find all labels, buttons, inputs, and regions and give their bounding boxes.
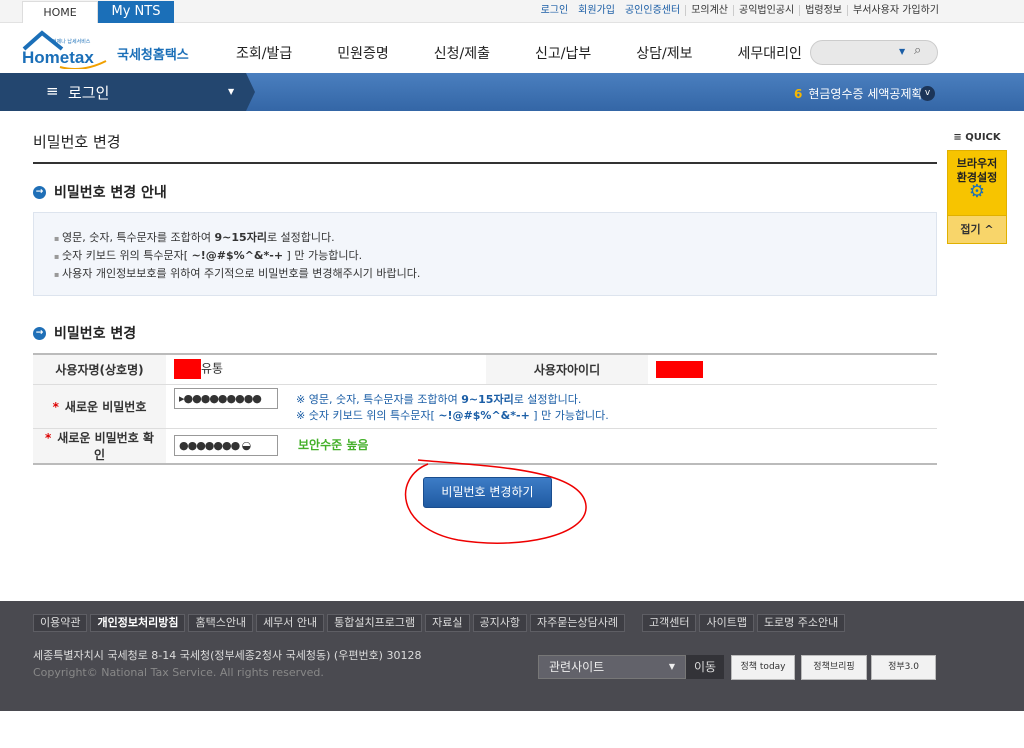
tab-home[interactable]: HOME: [22, 1, 98, 23]
signup-link[interactable]: 회원가입: [573, 5, 620, 16]
svg-text:Hometax: Hometax: [22, 48, 94, 67]
required-icon: *: [52, 399, 59, 414]
fold-button[interactable]: 접기 ^: [947, 216, 1007, 244]
red-circle-annotation: [404, 459, 587, 544]
hometax-logo[interactable]: 언제나 납세서비스 Hometax 국세청홈택스: [22, 29, 192, 70]
footer-link[interactable]: 자료실: [425, 614, 470, 632]
footer-link[interactable]: 홈택스안내: [188, 614, 254, 632]
law-info-link[interactable]: 법령정보: [799, 5, 847, 16]
arrow-circle-icon: →: [33, 326, 46, 340]
svg-text:국세청홈택스: 국세청홈택스: [117, 47, 189, 63]
userid-label: 사용자아이디: [486, 354, 648, 385]
security-level: 보안수준 높음: [298, 438, 369, 452]
footer-link[interactable]: 통합설치프로그램: [327, 614, 423, 632]
gear-icon: ⚙: [968, 181, 986, 202]
menu-icon: ≡: [953, 132, 966, 143]
form-heading: → 비밀번호 변경: [33, 323, 136, 343]
required-icon: *: [45, 430, 52, 445]
footer-link[interactable]: 개인정보처리방침: [90, 614, 186, 632]
go-button[interactable]: 이동: [686, 655, 724, 679]
notice-text: 현금영수증 세액공제확...: [808, 87, 934, 101]
utility-links: 로그인 회원가입 공인인증센터 모의계산 공익법인공시 법령정보 부서사용자 가…: [536, 5, 944, 16]
banner-policy-briefing[interactable]: 정책브리핑: [801, 655, 867, 680]
menu-icon: ≡: [46, 82, 59, 100]
username-label: 사용자명(상호명): [33, 354, 166, 385]
banner-policy-today[interactable]: 정책 today: [731, 655, 795, 680]
top-utility-bar: HOME My NTS 로그인 회원가입 공인인증센터 모의계산 공익법인공시 …: [0, 0, 1024, 23]
main-nav: 조회/발급 민원증명 신청/제출 신고/납부 상담/제보 세무대리인: [236, 43, 847, 63]
footer-link[interactable]: 사이트맵: [699, 614, 754, 632]
chevron-down-icon: ▼: [228, 87, 235, 96]
footer-link[interactable]: 공지사항: [472, 614, 527, 632]
footer-address: 세종특별자치시 국세청로 8-14 국세청(정부세종2청사 국세청동) (우편번…: [33, 649, 422, 662]
footer-link[interactable]: 도로명 주소안내: [756, 614, 846, 632]
logo-house-icon: 언제나 납세서비스 Hometax 국세청홈택스: [22, 30, 189, 70]
nav-consult[interactable]: 상담/제보: [636, 43, 692, 63]
footer-link[interactable]: 자주묻는상담사례: [530, 614, 625, 632]
cert-center-link[interactable]: 공인인증센터: [620, 5, 685, 16]
dropdown-arrow-icon[interactable]: ▼: [899, 47, 905, 56]
notice-expand-icon[interactable]: v: [920, 86, 935, 101]
new-password-input[interactable]: ▸●●●●●●●●●: [174, 388, 278, 409]
quick-title: QUICK: [965, 132, 1001, 143]
notice-ticker[interactable]: 6 현금영수증 세액공제확...: [794, 85, 934, 102]
guide-box: 영문, 숫자, 특수문자를 조합하여 9~15자리로 설정합니다. 숫자 키보드…: [33, 212, 937, 296]
nav-application[interactable]: 신청/제출: [434, 43, 490, 63]
login-menu[interactable]: ≡ 로그인 ▼: [0, 73, 255, 111]
guide-heading: → 비밀번호 변경 안내: [33, 182, 167, 202]
footer-link[interactable]: 이용약관: [33, 614, 88, 632]
guide-item: 영문, 숫자, 특수문자를 조합하여 9~15자리로 설정합니다.: [54, 229, 916, 247]
search-input[interactable]: ▼ ⌕: [810, 40, 938, 65]
public-disclosure-link[interactable]: 공익법인공시: [733, 5, 799, 16]
quick-menu: ≡ QUICK 브라우저 환경설정 ⚙ 접기 ^: [947, 132, 1007, 244]
title-divider: [33, 162, 937, 164]
footer-link[interactable]: 고객센터: [641, 614, 697, 632]
new-password-label: 새로운 비밀번호: [64, 399, 147, 414]
search-icon[interactable]: ⌕: [914, 43, 921, 58]
footer-links: 이용약관 개인정보처리방침 홈택스안내 세무서 안내 통합설치프로그램 자료실 …: [33, 614, 846, 632]
redacted-block: [174, 359, 201, 380]
guide-item: 숫자 키보드 위의 특수문자[ ~!@#$%^&*-+ ] 만 가능합니다.: [54, 247, 916, 265]
nav-tax-agent[interactable]: 세무대리인: [738, 43, 802, 63]
password-form: 사용자명(상호명) 유통 사용자아이디 * 새로운 비밀번호 ▸●●●●●●●●●…: [33, 353, 937, 465]
browser-settings-button[interactable]: 브라우저 환경설정 ⚙: [947, 150, 1007, 216]
login-menu-label: 로그인: [68, 84, 110, 102]
confirm-password-label: 새로운 비밀번호 확인: [57, 430, 154, 462]
arrow-circle-icon: →: [33, 185, 46, 199]
login-link[interactable]: 로그인: [536, 5, 574, 16]
guide-item: 사용자 개인정보보호를 위하여 주기적으로 비밀번호를 변경해주시기 바랍니다.: [54, 265, 916, 283]
confirm-password-input[interactable]: ●●●●●●● ◒: [174, 435, 278, 456]
username-value: 유통: [166, 354, 486, 385]
nav-certificate[interactable]: 민원증명: [337, 43, 389, 63]
dept-user-signup-link[interactable]: 부서사용자 가입하기: [847, 5, 944, 16]
nav-filing[interactable]: 신고/납부: [535, 43, 591, 63]
banner-gov30[interactable]: 정부3.0: [871, 655, 936, 680]
logo-tag: 언제나 납세서비스: [52, 38, 91, 45]
tab-my-nts[interactable]: My NTS: [98, 1, 174, 23]
related-sites-select[interactable]: 관련사이트 ▼: [538, 655, 686, 679]
dropdown-arrow-icon: ▼: [668, 662, 675, 671]
page-title: 비밀번호 변경: [33, 133, 121, 151]
footer-link[interactable]: 세무서 안내: [256, 614, 325, 632]
notice-number: 6: [793, 87, 803, 101]
userid-value: [648, 354, 937, 385]
simulation-link[interactable]: 모의계산: [685, 5, 733, 16]
password-rule-note: ※ 영문, 숫자, 특수문자를 조합하여 9~15자리로 설정합니다. ※ 숫자…: [296, 393, 609, 422]
footer-copyright: Copyright© National Tax Service. All rig…: [33, 666, 324, 679]
nav-inquiry[interactable]: 조회/발급: [236, 43, 292, 63]
redacted-block: [656, 360, 703, 378]
